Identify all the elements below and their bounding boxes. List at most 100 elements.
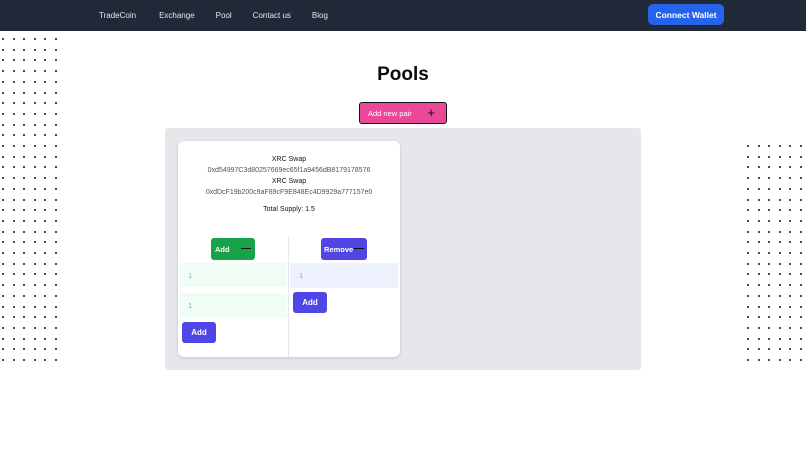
dot — [23, 316, 26, 319]
dot — [747, 273, 749, 276]
section-divider — [288, 237, 289, 357]
dot — [44, 198, 47, 201]
dot — [800, 359, 802, 361]
dot — [23, 273, 26, 276]
dot — [55, 359, 57, 361]
dot — [55, 155, 57, 158]
dot — [33, 198, 36, 201]
dot — [789, 187, 792, 190]
remove-liquidity-toggle[interactable]: Remove — [321, 238, 367, 260]
dot — [757, 337, 760, 340]
dot — [23, 91, 26, 94]
token-b-name: XRC Swap — [271, 178, 307, 185]
dot — [44, 123, 47, 126]
remove-amount-input[interactable]: 1 — [290, 263, 398, 288]
dot — [23, 337, 26, 340]
dot — [800, 252, 802, 254]
dot — [800, 284, 802, 287]
dot — [2, 230, 4, 233]
dot — [789, 273, 792, 276]
dot — [44, 155, 47, 158]
dot — [800, 166, 802, 169]
dot — [23, 219, 26, 222]
dot — [55, 230, 57, 233]
dot — [12, 187, 15, 190]
dot — [778, 241, 781, 244]
dot — [55, 134, 57, 137]
dot — [800, 241, 802, 244]
dot — [789, 252, 792, 254]
dot — [800, 209, 802, 212]
dot — [55, 177, 57, 180]
dot — [768, 230, 771, 233]
nav-link-tradecoin[interactable]: TradeCoin — [99, 11, 136, 20]
remove-liquidity-submit-button[interactable]: Add — [293, 292, 327, 313]
dot — [33, 134, 36, 137]
dot — [2, 241, 4, 244]
dot — [12, 48, 15, 51]
dot — [33, 348, 36, 351]
dot — [23, 230, 26, 233]
dot — [778, 177, 781, 180]
minus-icon — [354, 248, 364, 249]
dot — [757, 326, 760, 329]
dot — [789, 209, 792, 212]
dot — [2, 134, 4, 137]
dot — [789, 359, 792, 361]
dot — [33, 123, 36, 126]
dot — [23, 177, 26, 180]
nav-links: TradeCoin Exchange Pool Contact us Blog — [99, 0, 328, 31]
dot — [800, 177, 802, 180]
dot — [12, 155, 15, 158]
dot — [12, 316, 15, 319]
dot — [55, 166, 57, 169]
dot — [33, 102, 36, 105]
connect-wallet-button[interactable]: Connect Wallet — [648, 4, 724, 25]
dot — [12, 359, 15, 361]
dot — [33, 38, 36, 40]
dot — [33, 145, 36, 147]
nav-link-exchange[interactable]: Exchange — [159, 11, 195, 20]
add-amount-input-1[interactable]: 1 — [180, 263, 287, 287]
add-liquidity-submit-button[interactable]: Add — [182, 322, 216, 343]
dot — [23, 326, 26, 329]
dot — [789, 348, 792, 351]
dot — [2, 305, 4, 308]
dot — [44, 241, 47, 244]
dot — [800, 316, 802, 319]
dot — [33, 273, 36, 276]
nav-link-pool[interactable]: Pool — [216, 11, 232, 20]
top-navbar: TradeCoin Exchange Pool Contact us Blog … — [0, 0, 806, 31]
nav-link-contact[interactable]: Contact us — [253, 11, 291, 20]
dot — [44, 177, 47, 180]
dot — [55, 348, 57, 351]
dot — [800, 348, 802, 351]
add-new-pair-button[interactable]: Add new pair + — [359, 102, 447, 124]
dot — [44, 284, 47, 287]
dot — [12, 219, 15, 222]
nav-link-blog[interactable]: Blog — [312, 11, 328, 20]
dot — [44, 48, 47, 51]
dot — [800, 219, 802, 222]
dot — [789, 316, 792, 319]
dot — [757, 348, 760, 351]
dot — [12, 102, 15, 105]
dot — [768, 241, 771, 244]
dot — [12, 348, 15, 351]
dot — [2, 123, 4, 126]
dot — [2, 38, 4, 40]
add-liquidity-toggle[interactable]: Add — [211, 238, 255, 260]
dot — [44, 262, 47, 265]
add-amount-input-2[interactable]: 1 — [180, 293, 287, 317]
dot — [778, 316, 781, 319]
dot — [12, 134, 15, 137]
dot — [757, 177, 760, 180]
dot — [768, 359, 771, 361]
dot — [747, 209, 749, 212]
dot — [44, 348, 47, 351]
dot — [778, 187, 781, 190]
dot — [789, 326, 792, 329]
dot — [23, 284, 26, 287]
dot — [44, 187, 47, 190]
dot — [789, 262, 792, 265]
